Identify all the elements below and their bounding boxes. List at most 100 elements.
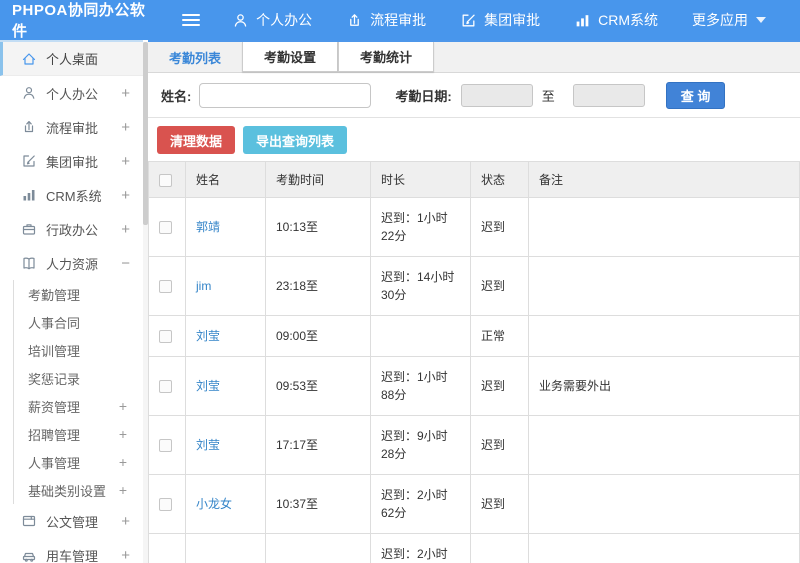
export-list-button[interactable]: 导出查询列表 [243,126,348,154]
expand-toggle-icon[interactable]: + [121,120,130,135]
expand-toggle-icon[interactable]: + [121,548,130,563]
chart-icon [23,190,35,201]
top-nav: 个人办公 流程审批 集团审批 CRM系统 更多应用 [232,10,800,30]
flow-icon [350,13,359,26]
sidebar-subitem-label: 培训管理 [28,343,81,359]
sidebar-subitem-label: 考勤管理 [28,287,81,303]
sidebar-subitem[interactable]: 奖惩记录 [14,364,143,392]
table-row: jim 23:18至 迟到：14小时30分 迟到 [148,256,800,316]
sidebar-subitem[interactable]: 基础类别设置 + [14,476,143,504]
nav-item-label: 集团审批 [484,12,541,28]
duration: 迟到：2小时62分 [370,474,471,534]
employee-name-link[interactable]: 刘莹 [196,329,220,343]
attendance-time: 17:17至 [265,415,371,475]
column-header-note: 备注 [528,161,800,198]
duration: 迟到：9小时28分 [370,415,471,475]
sidebar-item[interactable]: 个人办公 + [0,76,143,110]
sidebar-subitem[interactable]: 人事合同 [14,308,143,336]
note [528,415,800,475]
sidebar-subitem-label: 人事合同 [28,315,81,331]
tab-item[interactable]: 考勤设置 [242,42,339,72]
nav-item[interactable]: 集团审批 [460,10,540,30]
clean-data-button[interactable]: 清理数据 [157,126,236,154]
car-icon [22,552,36,562]
nav-item[interactable]: 流程审批 [346,10,426,30]
sidebar-item-label: 用车管理 [46,548,99,563]
sidebar-item[interactable]: 行政办公 + [0,212,143,246]
sidebar-subitem[interactable]: 培训管理 [14,336,143,364]
expand-toggle-icon[interactable]: − [121,256,130,271]
employee-name-link[interactable]: 刘莹 [196,438,220,452]
name-filter-label: 姓名: [161,88,192,104]
nav-item[interactable]: CRM系统 [574,10,658,30]
menu-icon[interactable] [181,11,201,29]
note [528,256,800,316]
expand-toggle-icon[interactable]: + [121,86,130,101]
status-badge: 迟到 [470,197,529,257]
sidebar-item[interactable]: 流程审批 + [0,110,143,144]
toolbar: 清理数据 导出查询列表 [148,118,800,161]
sidebar-item[interactable]: 人力资源 − [0,246,143,280]
expand-toggle-icon[interactable]: + [121,514,130,529]
filter-bar: 姓名: 考勤日期: 至 查 询 [148,73,800,118]
book-icon [23,257,35,270]
date-to-label: 至 [541,88,555,104]
employee-name-link[interactable]: 刘莹 [196,379,220,393]
tab-item[interactable]: 考勤统计 [338,42,435,72]
sidebar-subitem[interactable]: 招聘管理 + [14,420,143,448]
name-filter-input[interactable] [199,82,372,108]
expand-toggle-icon[interactable]: + [119,427,127,441]
expand-toggle-icon[interactable]: + [119,483,127,497]
column-header-status: 状态 [470,161,529,198]
status-badge: 迟到/早退 [470,533,529,563]
sidebar-subitem[interactable]: 考勤管理 [14,280,143,308]
nav-item[interactable]: 更多应用 [692,10,766,30]
top-header: PHPOA协同办公软件 个人办公 流程审批 集团审批 CRM系统 更多应用 [0,0,800,40]
date-end-input[interactable] [572,83,645,107]
search-button[interactable]: 查 询 [665,81,726,109]
tab-active[interactable]: 考勤列表 [148,42,242,72]
briefcase-icon [22,224,36,235]
attendance-time: 23:18至 [265,256,371,316]
sidebar-item[interactable]: 用车管理 + [0,538,143,563]
expand-toggle-icon[interactable]: + [121,222,130,237]
column-header-name: 姓名 [185,161,266,198]
expand-toggle-icon[interactable]: + [121,154,130,169]
select-all-checkbox[interactable] [159,173,172,187]
duration: 迟到：2小时90分早退：7小时10分 [370,533,471,563]
row-checkbox[interactable] [159,280,172,294]
row-checkbox[interactable] [159,330,172,344]
sidebar-item-label: 流程审批 [46,120,99,136]
status-badge: 迟到 [470,415,529,475]
nav-item[interactable]: 个人办公 [232,10,312,30]
employee-name-link[interactable]: 小龙女 [196,497,232,511]
table-row: 郭靖 10:13至 迟到：1小时22分 迟到 [148,197,800,257]
row-checkbox[interactable] [159,498,172,512]
row-checkbox[interactable] [159,380,172,394]
expand-toggle-icon[interactable]: + [119,455,127,469]
expand-toggle-icon[interactable]: + [121,188,130,203]
sidebar-item[interactable]: 集团审批 + [0,144,143,178]
sidebar-item-label: 人力资源 [46,256,99,272]
tab-bar: 考勤列表 考勤设置 考勤统计 [148,42,800,73]
sidebar-item[interactable]: CRM系统 + [0,178,143,212]
sidebar-item-label: 个人桌面 [46,52,99,67]
sidebar-item[interactable]: 个人桌面 [0,42,143,76]
sidebar-item[interactable]: 公文管理 + [0,504,143,538]
sidebar-subitem-label: 奖惩记录 [28,371,81,387]
row-checkbox[interactable] [159,439,172,453]
sidebar-subitem[interactable]: 薪资管理 + [14,392,143,420]
status-badge: 正常 [470,315,529,357]
attendance-table: 姓名 考勤时间 时长 状态 备注 郭靖 10:13至 迟到：1小时22分 迟到 jim 2… [148,161,800,563]
row-checkbox[interactable] [159,221,172,235]
employee-name-link[interactable]: jim [196,279,211,293]
table-row: 刘莹 09:53至 迟到：1小时88分 迟到 业务需要外出 [148,356,800,416]
sidebar-item-label: 行政办公 [46,222,99,238]
sidebar-subitem[interactable]: 人事管理 + [14,448,143,476]
employee-name-link[interactable]: 郭靖 [196,220,220,234]
status-badge: 迟到 [470,356,529,416]
date-start-input[interactable] [460,83,533,107]
attendance-time: 10:37至 [265,474,371,534]
main-content: 考勤列表 考勤设置 考勤统计 姓名: 考勤日期: 至 查 询 清理数据 导出查询列表… [148,40,800,563]
expand-toggle-icon[interactable]: + [119,399,127,413]
